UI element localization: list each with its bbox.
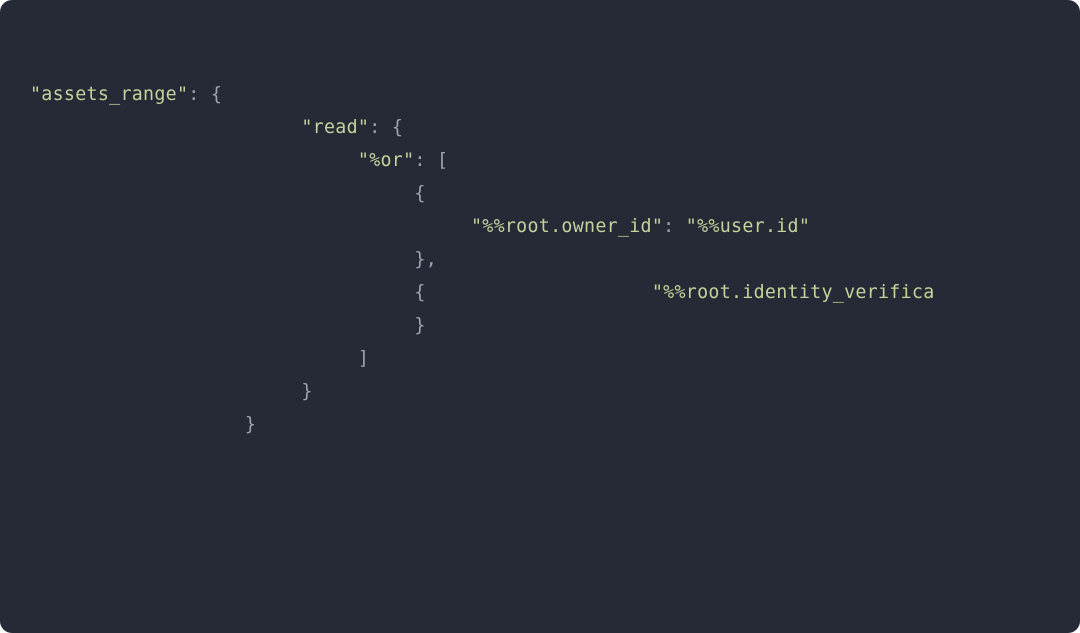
- punct: : [: [414, 150, 448, 171]
- brace: {: [414, 183, 425, 204]
- indent: [30, 216, 471, 237]
- indent: [30, 117, 301, 138]
- json-key: "%or": [358, 150, 415, 171]
- indent: [30, 282, 414, 303]
- brace: },: [414, 249, 437, 270]
- code-block: "assets_range": { "read": { "%or": [ { "…: [0, 0, 1080, 633]
- brace: }: [301, 381, 312, 402]
- indent: [30, 249, 414, 270]
- json-key: "read": [301, 117, 369, 138]
- brace: }: [245, 414, 256, 435]
- json-key: "assets_range": [30, 84, 188, 105]
- punct: : {: [188, 84, 222, 105]
- brace: {: [414, 282, 425, 303]
- indent: [30, 150, 358, 171]
- json-key: "%%root.owner_id": [471, 216, 663, 237]
- json-value: "%%user.id": [686, 216, 810, 237]
- json-key: "%%root.identity_verifica: [652, 282, 935, 303]
- gap: [426, 282, 652, 303]
- bracket: ]: [358, 348, 369, 369]
- indent: [30, 414, 245, 435]
- indent: [30, 381, 301, 402]
- brace: }: [414, 315, 425, 336]
- indent: [30, 348, 358, 369]
- indent: [30, 315, 414, 336]
- punct: :: [663, 216, 686, 237]
- punct: : {: [369, 117, 403, 138]
- indent: [30, 183, 414, 204]
